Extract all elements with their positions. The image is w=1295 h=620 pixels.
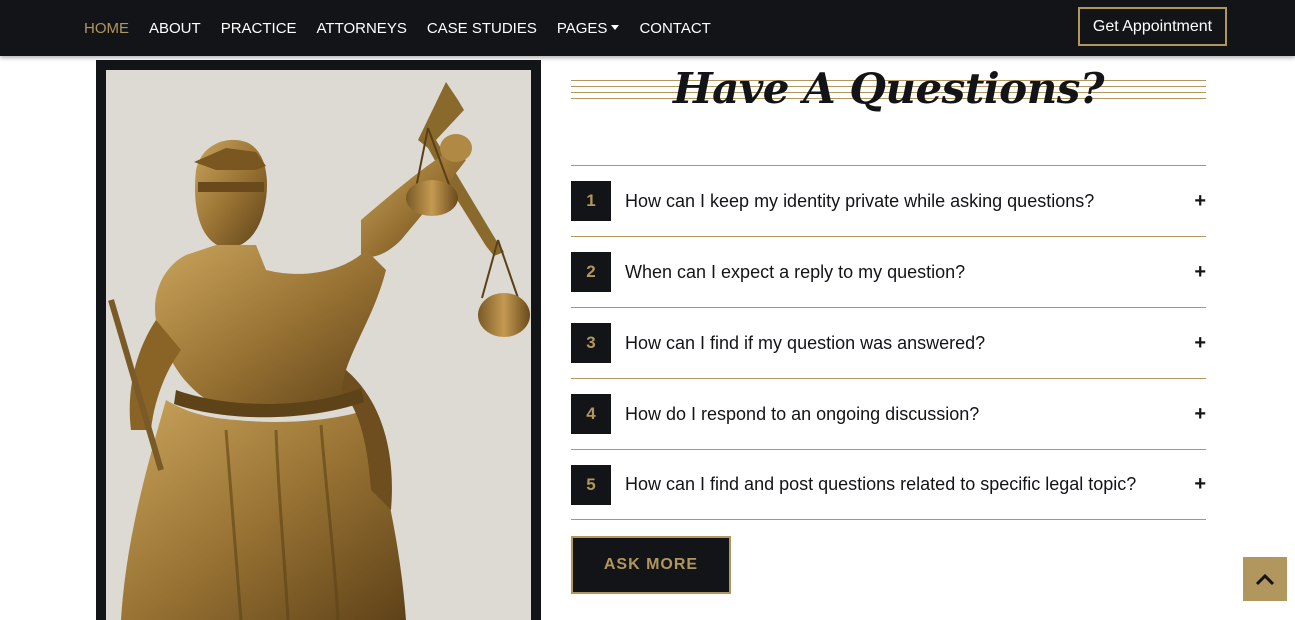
nav-pages-label: PAGES [556,19,608,37]
nav-practice[interactable]: PRACTICE [221,20,297,37]
plus-icon[interactable]: + [1194,403,1206,426]
faq-number: 5 [571,464,611,505]
faq-number: 3 [571,323,611,363]
faq-question: How do I respond to an ongoing discussio… [625,403,980,424]
faq-question: How can I find if my question was answer… [625,332,986,353]
navbar: HOME ABOUT PRACTICE ATTORNEYS CASE STUDI… [0,0,1295,56]
faq-question: How can I keep my identity private while… [625,190,1095,211]
faq-number: 1 [571,181,611,221]
ask-more-button[interactable]: ASK MORE [571,536,731,594]
faq-heading-block: Have A Questions? [571,62,1206,122]
plus-icon[interactable]: + [1194,261,1206,284]
plus-icon[interactable]: + [1194,473,1206,496]
plus-icon[interactable]: + [1194,190,1206,213]
chevron-up-icon [1255,573,1275,586]
statue-image-frame [96,60,541,620]
nav-attorneys[interactable]: ATTORNEYS [317,20,407,37]
faq-number: 4 [571,394,611,434]
lady-justice-illustration [108,82,530,620]
faq-item[interactable]: 1 How can I keep my identity private whi… [571,165,1206,236]
faq-question: When can I expect a reply to my question… [625,261,966,282]
faq-item[interactable]: 5 How can I find and post questions rela… [571,449,1206,520]
faq-list: 1 How can I keep my identity private whi… [571,165,1206,520]
caret-down-icon [611,24,620,30]
lady-justice-statue-image [106,70,531,620]
nav-home[interactable]: HOME [84,20,129,37]
faq-number: 2 [571,252,611,292]
get-appointment-button[interactable]: Get Appointment [1078,7,1227,46]
plus-icon[interactable]: + [1194,332,1206,355]
faq-heading: Have A Questions? [571,64,1206,113]
faq-heading-text: Have A Questions? [672,64,1105,113]
scroll-to-top-button[interactable] [1243,557,1287,601]
nav-case-studies[interactable]: CASE STUDIES [427,20,537,37]
nav-links: HOME ABOUT PRACTICE ATTORNEYS CASE STUDI… [84,0,731,56]
nav-about[interactable]: ABOUT [149,20,201,37]
faq-item[interactable]: 2 When can I expect a reply to my questi… [571,236,1206,307]
nav-contact[interactable]: CONTACT [639,20,710,37]
faq-item[interactable]: 4 How do I respond to an ongoing discuss… [571,378,1206,449]
faq-item[interactable]: 3 How can I find if my question was answ… [571,307,1206,378]
nav-pages[interactable]: PAGES [557,20,620,37]
faq-question: How can I find and post questions relate… [625,474,1137,494]
